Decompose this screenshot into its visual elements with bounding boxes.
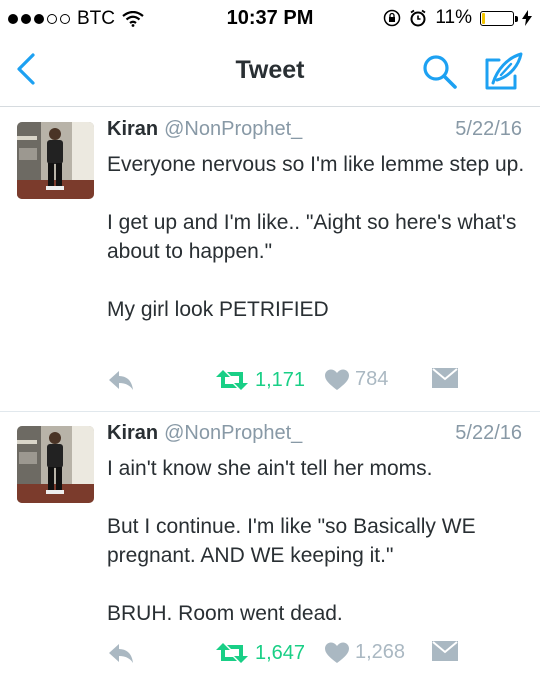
like-count: 784 [355, 368, 389, 390]
retweet-button[interactable]: 1,647 [215, 641, 305, 665]
author-handle[interactable]: @NonProphet_ [164, 422, 302, 444]
reply-icon [109, 644, 133, 663]
envelope-icon [432, 641, 458, 661]
tweet-text: I ain't know she ain't tell her moms. Bu… [107, 457, 476, 625]
retweet-icon [216, 370, 248, 390]
reply-icon [109, 371, 133, 390]
tweet-actions: 1,647 1,268 [107, 641, 527, 671]
search-icon [423, 55, 457, 89]
tweet-header: Kiran @NonProphet_ 5/22/16 [107, 118, 522, 141]
direct-message-button[interactable] [432, 368, 458, 388]
battery-icon [480, 10, 518, 26]
compose-tweet-button[interactable] [483, 50, 525, 97]
status-bar: BTC 10:37 PM 11% [0, 0, 540, 38]
tweet-actions: 1,171 784 [107, 368, 527, 398]
compose-feather-icon [485, 52, 523, 90]
retweet-icon [216, 643, 248, 663]
tweet-header: Kiran @NonProphet_ 5/22/16 [107, 422, 522, 445]
like-button[interactable]: 784 [325, 368, 388, 391]
tweet[interactable]: Kiran @NonProphet_ 5/22/16 Everyone nervo… [0, 108, 540, 410]
charging-bolt-icon [522, 10, 532, 26]
retweet-count: 1,647 [255, 641, 306, 664]
heart-icon [325, 642, 349, 663]
avatar[interactable] [17, 426, 94, 503]
tweet-date: 5/22/16 [455, 118, 522, 140]
tweet[interactable]: Kiran @NonProphet_ 5/22/16 I ain't know s… [0, 412, 540, 680]
tweet-text: Everyone nervous so I'm like lemme step … [107, 153, 525, 321]
retweet-button[interactable]: 1,171 [215, 368, 305, 392]
alarm-icon [410, 9, 426, 27]
author-name[interactable]: Kiran [107, 118, 158, 140]
reply-button[interactable] [107, 368, 135, 392]
rotation-lock-icon [384, 9, 401, 27]
like-button[interactable]: 1,268 [325, 641, 405, 664]
author-name[interactable]: Kiran [107, 422, 158, 444]
tweet-date: 5/22/16 [455, 422, 522, 444]
direct-message-button[interactable] [432, 641, 458, 661]
heart-icon [325, 369, 349, 390]
avatar[interactable] [17, 122, 94, 199]
retweet-count: 1,171 [255, 368, 306, 391]
like-count: 1,268 [355, 641, 406, 663]
status-right: 11% [383, 7, 532, 29]
search-button[interactable] [420, 52, 460, 97]
author-handle[interactable]: @NonProphet_ [164, 118, 302, 140]
envelope-icon [432, 368, 458, 388]
reply-button[interactable] [107, 641, 135, 665]
navigation-bar: Tweet [0, 38, 540, 107]
battery-percent: 11% [435, 7, 472, 28]
